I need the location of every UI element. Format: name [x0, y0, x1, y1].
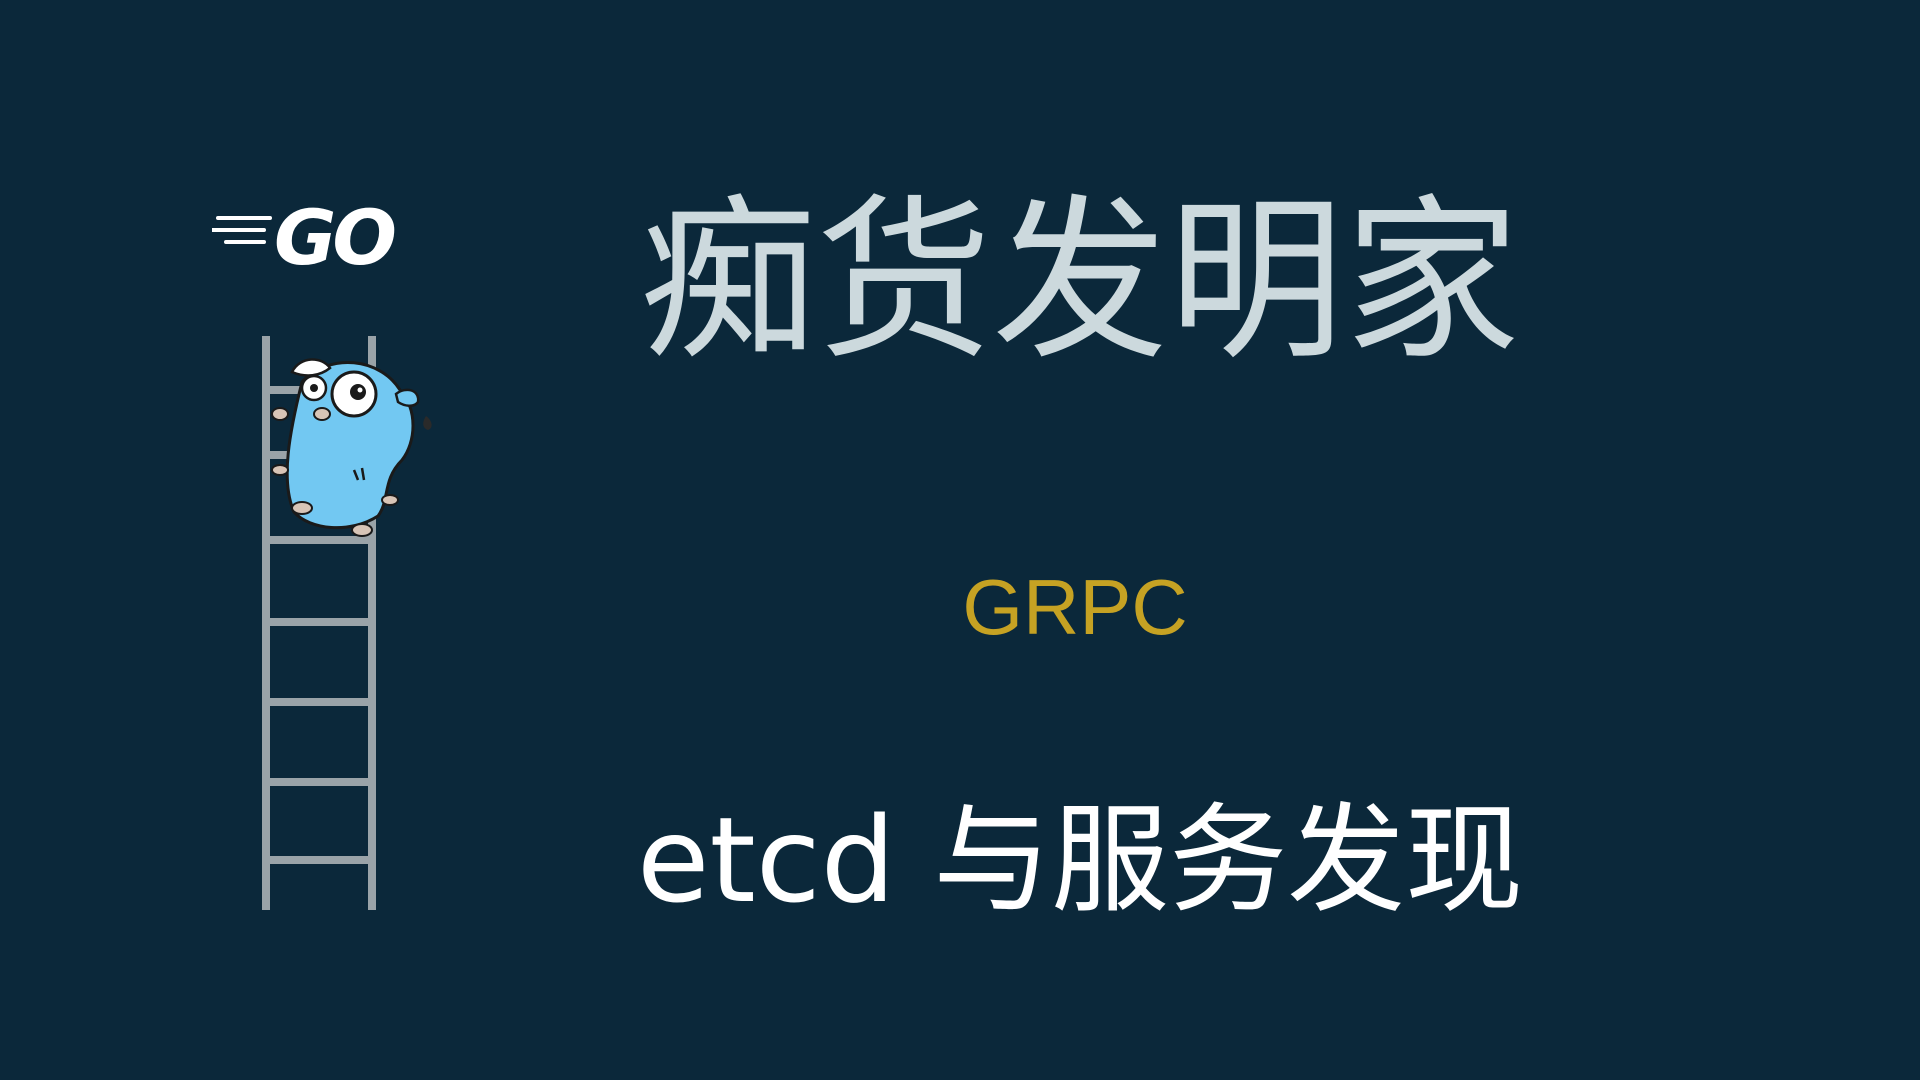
slide-topic: etcd 与服务发现	[636, 791, 1524, 929]
gopher-climbing-ladder-icon	[262, 336, 432, 910]
slide-subtitle: GRPC	[962, 563, 1188, 651]
go-logo-icon: GO	[212, 196, 398, 276]
slide: GO 痴货发明家 GRPC etcd 与服务发现	[0, 0, 1920, 1080]
slide-title: 痴货发明家	[639, 179, 1520, 384]
svg-text:GO: GO	[274, 196, 394, 276]
